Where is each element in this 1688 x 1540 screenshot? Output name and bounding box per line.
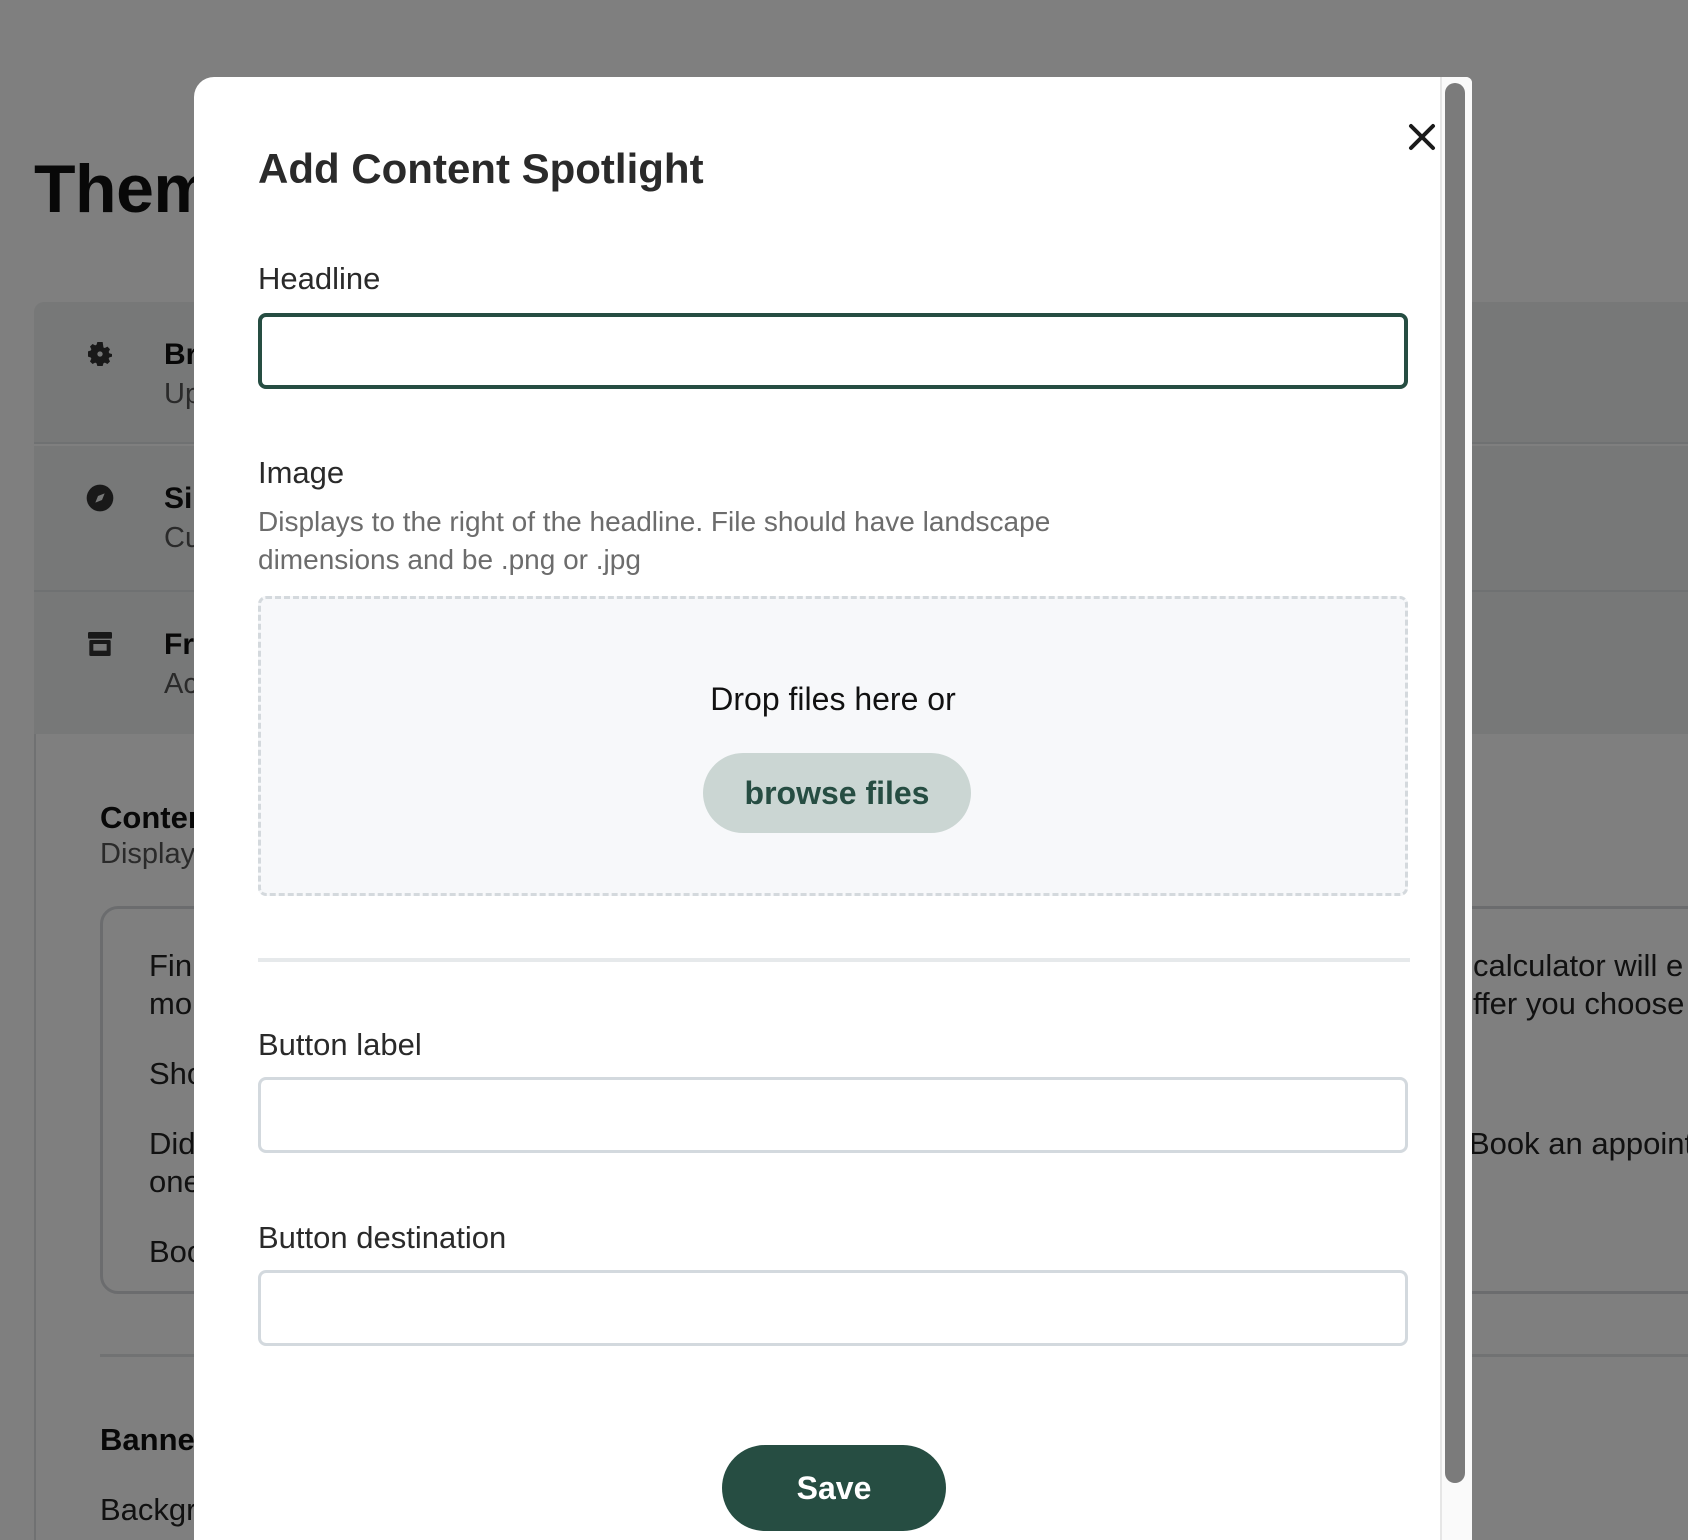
- headline-input[interactable]: [258, 313, 1408, 389]
- image-help-text: Displays to the right of the headline. F…: [258, 506, 1051, 575]
- close-button[interactable]: [1402, 117, 1442, 157]
- modal-divider: [258, 958, 1410, 962]
- button-destination-label: Button destination: [258, 1220, 507, 1255]
- modal-scrollbar-thumb[interactable]: [1445, 83, 1465, 1483]
- modal-scrollbar-track[interactable]: [1440, 77, 1472, 1540]
- button-label-input[interactable]: [258, 1077, 1408, 1153]
- image-label: Image: [258, 455, 345, 490]
- add-content-spotlight-modal: Add Content Spotlight Headline Image Dis…: [194, 77, 1472, 1540]
- button-destination-input[interactable]: [258, 1270, 1408, 1346]
- save-button[interactable]: Save: [722, 1445, 946, 1531]
- browse-files-button[interactable]: browse files: [703, 753, 971, 833]
- close-icon: [1409, 124, 1435, 150]
- drop-files-text: Drop files here or: [710, 681, 956, 717]
- button-label-label: Button label: [258, 1027, 422, 1062]
- image-dropzone[interactable]: Drop files here or browse files: [258, 596, 1408, 896]
- headline-label: Headline: [258, 261, 381, 296]
- modal-title: Add Content Spotlight: [258, 145, 704, 192]
